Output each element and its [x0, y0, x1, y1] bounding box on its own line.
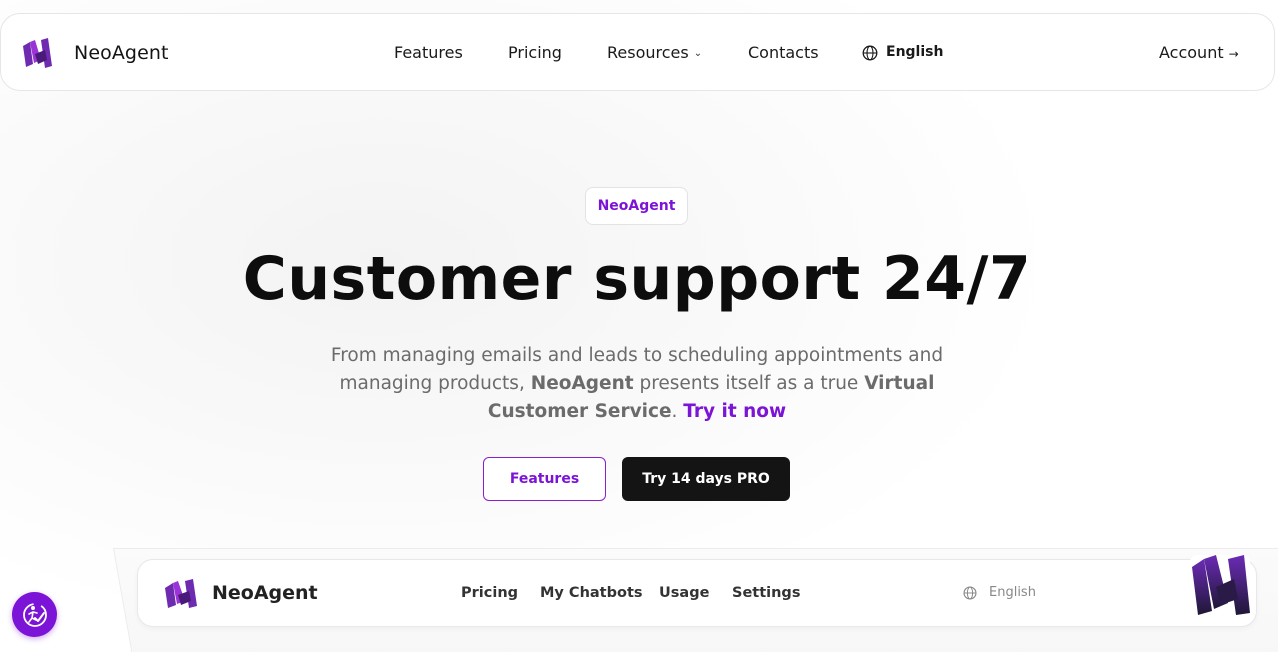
preview-language: English [989, 585, 1036, 600]
account-label: Account [1159, 43, 1224, 62]
preview-globe-icon [963, 586, 977, 600]
top-navbar: NeoAgent Features Pricing Resources ⌄ Con… [0, 13, 1275, 91]
nav-contacts[interactable]: Contacts [748, 43, 819, 62]
nav-resources[interactable]: Resources ⌄ [607, 43, 702, 62]
hero-desc-part3: . [671, 401, 684, 422]
features-button[interactable]: Features [483, 457, 606, 501]
hero-title: Customer support 24/7 [242, 244, 1032, 314]
try-it-now-link[interactable]: Try it now [683, 401, 786, 422]
logo-link[interactable]: NeoAgent [21, 36, 169, 70]
hero-badge: NeoAgent [585, 187, 688, 225]
preview-link-settings: Settings [732, 585, 801, 601]
language-selector[interactable]: English [886, 44, 943, 60]
chevron-down-icon: ⌄ [693, 48, 703, 59]
hero-description: From managing emails and leads to schedu… [300, 342, 974, 426]
preview-brand: NeoAgent [212, 582, 318, 604]
nav-features[interactable]: Features [394, 43, 463, 62]
preview-link-usage: Usage [659, 585, 710, 601]
preview-link-pricing: Pricing [461, 585, 519, 601]
account-link[interactable]: Account → [1159, 43, 1239, 62]
nav-pricing[interactable]: Pricing [508, 43, 562, 62]
neoagent-logo-icon [23, 38, 52, 68]
preview-link-my-chatbots: My Chatbots [540, 585, 643, 601]
hero-desc-part2: presents itself as a true [633, 373, 865, 394]
preview-logo-icon [165, 579, 197, 608]
accessibility-icon [22, 602, 47, 627]
brand-name: NeoAgent [74, 42, 169, 64]
neoagent-avatar-icon[interactable] [1188, 553, 1252, 617]
hero-desc-brand: NeoAgent [530, 373, 634, 394]
nav-resources-label: Resources [607, 43, 689, 62]
arrow-right-icon: → [1228, 47, 1239, 61]
globe-icon [862, 45, 878, 61]
try-pro-button[interactable]: Try 14 days PRO [622, 457, 790, 501]
accessibility-button[interactable] [12, 592, 57, 637]
